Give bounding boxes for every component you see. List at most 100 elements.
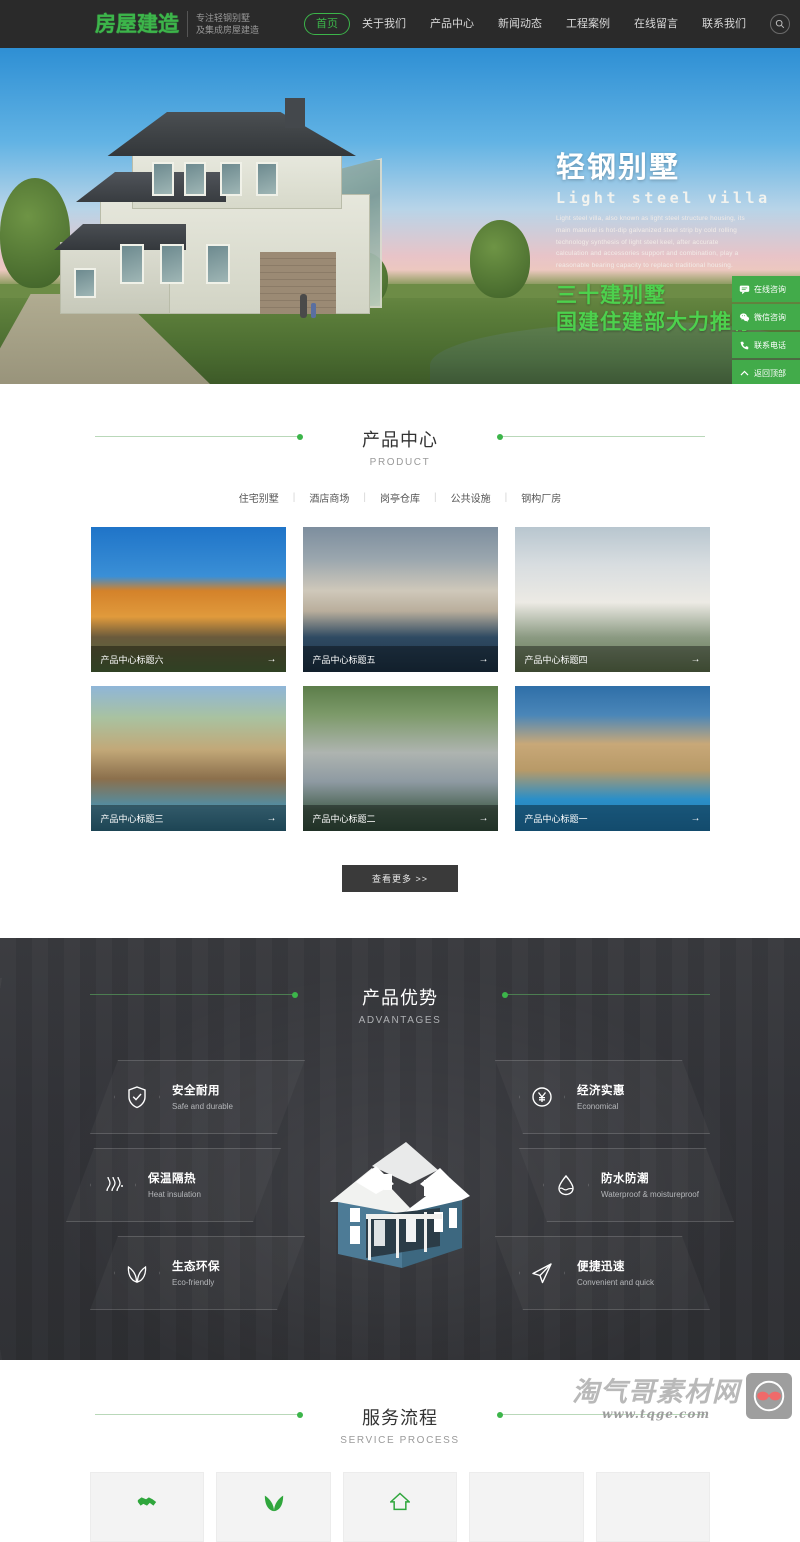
product-card[interactable]: 产品中心标题五 → <box>302 527 498 672</box>
nav-item-cases[interactable]: 工程案例 <box>554 14 622 34</box>
site-logo[interactable]: 房屋建造 专注轻钢别墅 及集成房屋建造 <box>95 11 259 37</box>
advantages-body: 安全耐用 Safe and durable 保温隔热 Heat insulati… <box>66 1060 734 1310</box>
logo-text: 房屋建造 <box>95 11 179 36</box>
product-tab-hotel[interactable]: 酒店商场 <box>295 490 363 505</box>
view-more-button[interactable]: 查看更多 >> <box>341 865 458 892</box>
main-navigation: 首页 关于我们 产品中心 新闻动态 工程案例 在线留言 联系我们 <box>304 13 791 35</box>
decor-line-right <box>497 433 705 440</box>
watermark-name: 淘气哥素材网 <box>572 1377 740 1408</box>
service-steps-grid <box>90 1472 710 1542</box>
product-title: 产品中心标题一 <box>524 813 588 824</box>
advantage-subtitle: Waterproof & moistureproof <box>601 1189 699 1199</box>
advantages-section: 产品优势 ADVANTAGES 安全耐用 Safe and durable 保温… <box>0 938 800 1360</box>
advantage-item-convenient[interactable]: 便捷迅速 Convenient and quick <box>495 1236 710 1310</box>
side-item-phone[interactable]: 联系电话 <box>732 332 800 358</box>
product-section: 产品中心 PRODUCT 住宅别墅 | 酒店商场 | 岗亭仓库 | 公共设施 |… <box>0 384 800 938</box>
villa-window <box>206 244 230 284</box>
product-card[interactable]: 产品中心标题六 → <box>90 527 286 672</box>
advantage-subtitle: Economical <box>577 1101 619 1111</box>
advantage-item-eco-friendly[interactable]: 生态环保 Eco-friendly <box>90 1236 305 1310</box>
hero-banner: 轻钢别墅 Light steel villa Light steel villa… <box>0 48 800 384</box>
decor-line-right <box>502 991 710 998</box>
search-icon[interactable] <box>770 14 791 34</box>
site-watermark: 淘气哥素材网 www.tqge.com <box>572 1370 792 1421</box>
advantages-section-header: 产品优势 ADVANTAGES <box>90 972 710 1026</box>
product-caption-bar: 产品中心标题三 → <box>90 805 286 831</box>
service-step-card[interactable] <box>595 1472 710 1542</box>
product-title: 产品中心标题三 <box>100 813 164 824</box>
advantage-subtitle: Convenient and quick <box>577 1277 654 1287</box>
service-step-card[interactable] <box>90 1472 205 1542</box>
product-card[interactable]: 产品中心标题二 → <box>302 686 498 831</box>
villa-window <box>160 244 184 284</box>
side-item-back-to-top[interactable]: 返回顶部 <box>732 360 800 384</box>
logo-tagline-line2: 及集成房屋建造 <box>196 25 260 35</box>
phone-icon <box>740 341 749 349</box>
product-title: 产品中心标题五 <box>312 654 376 665</box>
villa-stone-wall <box>260 252 336 314</box>
nav-item-message[interactable]: 在线留言 <box>622 14 690 34</box>
villa-window <box>120 244 144 284</box>
logo-tagline-line1: 专注轻钢别墅 <box>196 12 251 23</box>
product-caption-bar: 产品中心标题六 → <box>90 646 286 672</box>
nav-item-products[interactable]: 产品中心 <box>418 14 486 34</box>
leaf-icon <box>114 1250 160 1296</box>
service-title-en: SERVICE PROCESS <box>340 1435 460 1446</box>
yuan-coin-icon <box>519 1074 565 1120</box>
logo-tagline: 专注轻钢别墅 及集成房屋建造 <box>196 12 259 36</box>
villa-roof-main <box>107 112 356 156</box>
product-title: 产品中心标题二 <box>312 813 376 824</box>
leaf-icon <box>263 1491 285 1518</box>
decor-line-left <box>95 1411 303 1418</box>
service-step-card[interactable] <box>342 1472 458 1542</box>
advantage-item-heat-insulation[interactable]: 保温隔热 Heat insulation <box>66 1148 281 1222</box>
product-tab-kiosk[interactable]: 岗亭仓库 <box>366 490 434 505</box>
advantage-subtitle: Safe and durable <box>172 1101 233 1111</box>
advantage-item-economical[interactable]: 经济实惠 Economical <box>495 1060 710 1134</box>
advantage-subtitle: Eco-friendly <box>172 1277 215 1287</box>
advantage-title: 保温隔热 <box>148 1172 196 1185</box>
service-section: 服务流程 SERVICE PROCESS 淘气哥素材网 www.tqge.com <box>0 1360 800 1542</box>
decor-line-left <box>90 991 298 998</box>
product-caption-bar: 产品中心标题五 → <box>302 646 498 672</box>
advantages-left-column: 安全耐用 Safe and durable 保温隔热 Heat insulati… <box>66 1060 305 1310</box>
arrow-right-icon: → <box>478 653 489 665</box>
advantage-item-safe-durable[interactable]: 安全耐用 Safe and durable <box>90 1060 305 1134</box>
heat-waves-icon <box>90 1162 136 1208</box>
side-item-wechat-consult[interactable]: 微信咨询 <box>732 304 800 330</box>
product-title: 产品中心标题六 <box>100 654 164 665</box>
logo-divider <box>187 11 188 37</box>
chat-icon <box>739 285 750 294</box>
side-item-label: 微信咨询 <box>754 312 786 322</box>
product-caption-bar: 产品中心标题四 → <box>514 646 710 672</box>
hero-title-en: Light steel villa <box>556 188 771 207</box>
advantage-item-waterproof[interactable]: 防水防潮 Waterproof & moistureproof <box>519 1148 734 1222</box>
side-item-online-consult[interactable]: 在线咨询 <box>732 276 800 302</box>
product-tab-steel[interactable]: 钢构厂房 <box>507 490 575 505</box>
floating-contact-panel: 在线咨询 微信咨询 联系电话 返回顶部 <box>732 276 800 384</box>
advantage-title: 便捷迅速 <box>577 1260 625 1273</box>
side-item-label: 联系电话 <box>754 340 786 350</box>
nav-item-home[interactable]: 首页 <box>304 13 351 35</box>
product-card[interactable]: 产品中心标题三 → <box>90 686 286 831</box>
villa-window <box>184 162 206 196</box>
arrow-right-icon: → <box>266 653 277 665</box>
product-grid: 产品中心标题六 → 产品中心标题五 → 产品中心标题四 → 产品中心标题三 → … <box>90 527 710 831</box>
nav-item-news[interactable]: 新闻动态 <box>486 14 554 34</box>
nav-item-about[interactable]: 关于我们 <box>350 14 418 34</box>
arrow-right-icon: → <box>690 812 701 824</box>
handshake-icon <box>136 1491 158 1518</box>
product-card[interactable]: 产品中心标题四 → <box>514 527 710 672</box>
arrow-right-icon: → <box>690 653 701 665</box>
product-more-wrap: 查看更多 >> <box>0 865 800 892</box>
advantages-house-model <box>310 1108 490 1268</box>
product-card[interactable]: 产品中心标题一 → <box>514 686 710 831</box>
hero-title-cn: 轻钢别墅 <box>556 150 681 184</box>
product-tab-residential[interactable]: 住宅别墅 <box>225 490 293 505</box>
advantage-subtitle: Heat insulation <box>148 1189 201 1199</box>
service-step-card[interactable] <box>469 1472 584 1542</box>
decor-line-left <box>95 433 303 440</box>
nav-item-contact[interactable]: 联系我们 <box>690 14 758 34</box>
product-tab-public[interactable]: 公共设施 <box>437 490 505 505</box>
service-step-card[interactable] <box>216 1472 331 1542</box>
